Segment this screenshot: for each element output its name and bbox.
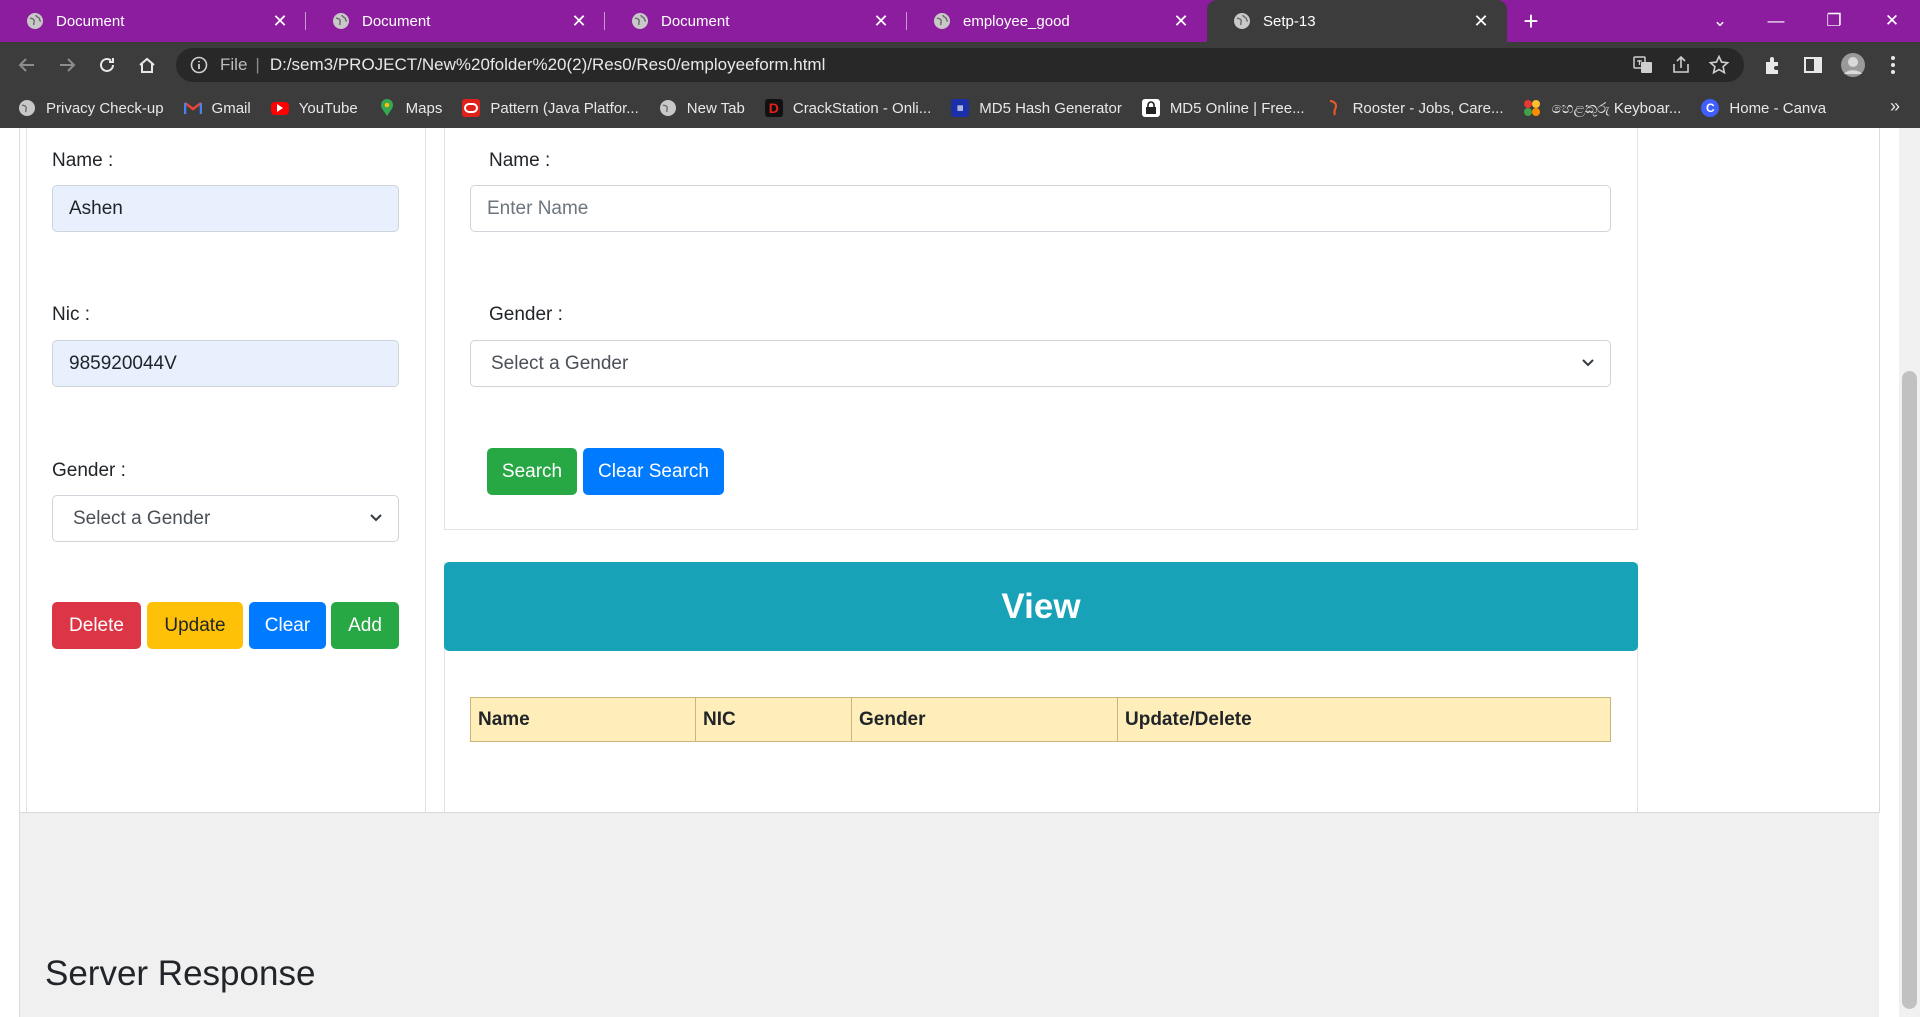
back-icon[interactable] [12,50,42,80]
bookmark-item[interactable]: ▦ MD5 Hash Generator [951,99,1122,117]
tab-title: Document [56,12,125,30]
globe-icon [933,12,951,30]
lock-icon [1141,99,1160,117]
table-header-cell: Update/Delete [1125,708,1252,730]
clear-search-button[interactable]: Clear Search [583,448,724,495]
globe-icon [26,12,44,30]
extensions-icon[interactable] [1760,52,1786,78]
update-button[interactable]: Update [147,602,243,649]
close-icon[interactable]: ✕ [1169,11,1193,32]
bookmark-item[interactable]: D CrackStation - Onli... [764,99,931,117]
bookmark-item[interactable]: New Tab [659,99,745,117]
table-header-cell: NIC [696,698,852,741]
nic-input[interactable]: 985920044V [52,340,399,387]
gender-label: Gender : [52,460,126,481]
restore-icon[interactable]: ❐ [1806,0,1862,42]
close-icon[interactable]: ✕ [268,11,292,32]
md5-icon: ▦ [951,99,970,117]
url-text[interactable]: D:/sem3/PROJECT/New%20folder%20(2)/Res0/… [270,55,826,75]
rooster-icon [1325,99,1343,117]
home-icon[interactable] [132,50,162,80]
info-icon[interactable] [190,56,208,74]
share-icon[interactable] [1670,54,1692,81]
gmail-icon [183,99,202,117]
tab-title: employee_good [963,12,1070,30]
view-header: View [444,562,1638,651]
search-name-input[interactable]: Enter Name [470,185,1611,232]
bookmark-item[interactable]: Privacy Check-up [18,99,164,117]
clear-button[interactable]: Clear [249,602,326,649]
chevron-down-icon [1580,354,1596,370]
reload-icon[interactable] [92,50,122,80]
nic-label: Nic : [52,304,90,325]
browser-tab[interactable]: Document ✕ [0,0,306,42]
bookmark-star-icon[interactable] [1708,54,1730,81]
helakuru-icon [1523,99,1541,117]
bookmark-item[interactable]: C Home - Canva [1701,99,1826,117]
browser-tab[interactable]: employee_good ✕ [907,0,1207,42]
bookmark-item[interactable]: MD5 Online | Free... [1141,99,1305,117]
close-icon[interactable]: ✕ [1469,11,1493,32]
bookmarks-bar: Privacy Check-up Gmail YouTube Maps Patt… [0,88,1920,128]
bookmark-item[interactable]: Rooster - Jobs, Care... [1325,99,1503,117]
gender-select[interactable]: Select a Gender [52,495,399,542]
search-gender-label: Gender : [489,304,563,325]
bookmark-item[interactable]: හෙළකුරු Keyboar... [1523,99,1681,117]
browser-tab[interactable]: Document ✕ [605,0,907,42]
close-icon[interactable]: ✕ [869,11,893,32]
new-tab-button[interactable]: + [1516,6,1546,36]
navigation-bar: File | D:/sem3/PROJECT/New%20folder%20(2… [0,42,1920,88]
tab-bar: Document ✕ Document ✕ Document ✕ employe… [0,0,1920,42]
crackstation-icon: D [764,99,783,117]
translate-icon[interactable] [1632,54,1654,81]
scrollbar-thumb[interactable] [1902,371,1917,1009]
name-label: Name : [52,150,114,171]
window-close-icon[interactable]: ✕ [1864,0,1920,42]
bookmark-item[interactable]: Maps [378,99,442,117]
bookmark-item[interactable]: YouTube [270,100,358,117]
table-header-cell: Gender [852,698,1118,741]
page-viewport: Name : Ashen Nic : 985920044V Gender : S… [0,128,1920,1017]
oracle-icon [462,99,481,117]
scheme-label: File [220,55,248,74]
search-button[interactable]: Search [487,448,577,495]
tab-title: Setp-13 [1263,12,1316,30]
side-panel-icon[interactable] [1800,52,1826,78]
globe-icon [631,12,649,30]
server-response-heading: Server Response [45,954,316,993]
globe-icon [332,12,350,30]
delete-button[interactable]: Delete [52,602,141,649]
search-gender-select[interactable]: Select a Gender [470,340,1611,387]
bookmark-item[interactable]: Gmail [183,99,251,117]
name-input[interactable]: Ashen [52,185,399,232]
globe-icon [1233,12,1251,30]
search-name-label: Name : [489,150,551,171]
tab-title: Document [362,12,431,30]
tab-title: Document [661,12,730,30]
close-icon[interactable]: ✕ [567,11,591,32]
bookmark-item[interactable]: Pattern (Java Platfor... [462,99,639,117]
add-button[interactable]: Add [331,602,399,649]
browser-tab[interactable]: Document ✕ [306,0,605,42]
address-bar[interactable]: File | D:/sem3/PROJECT/New%20folder%20(2… [176,48,1744,82]
globe-icon [18,99,36,117]
menu-icon[interactable] [1880,52,1906,78]
table-header-cell: Name [471,698,696,741]
forward-icon[interactable] [52,50,82,80]
minimize-icon[interactable]: — [1748,0,1804,42]
canva-icon: C [1701,99,1720,117]
bookmarks-more-icon[interactable]: » [1890,96,1900,117]
tab-search-icon[interactable]: ⌄ [1692,0,1748,42]
chevron-down-icon [368,509,384,525]
profile-avatar[interactable] [1840,52,1866,78]
maps-icon [378,99,396,117]
youtube-icon [270,101,289,115]
browser-tab-active[interactable]: Setp-13 ✕ [1207,0,1507,42]
employee-table-header: Name NIC Gender Update/Delete [470,697,1611,742]
globe-icon [659,99,677,117]
